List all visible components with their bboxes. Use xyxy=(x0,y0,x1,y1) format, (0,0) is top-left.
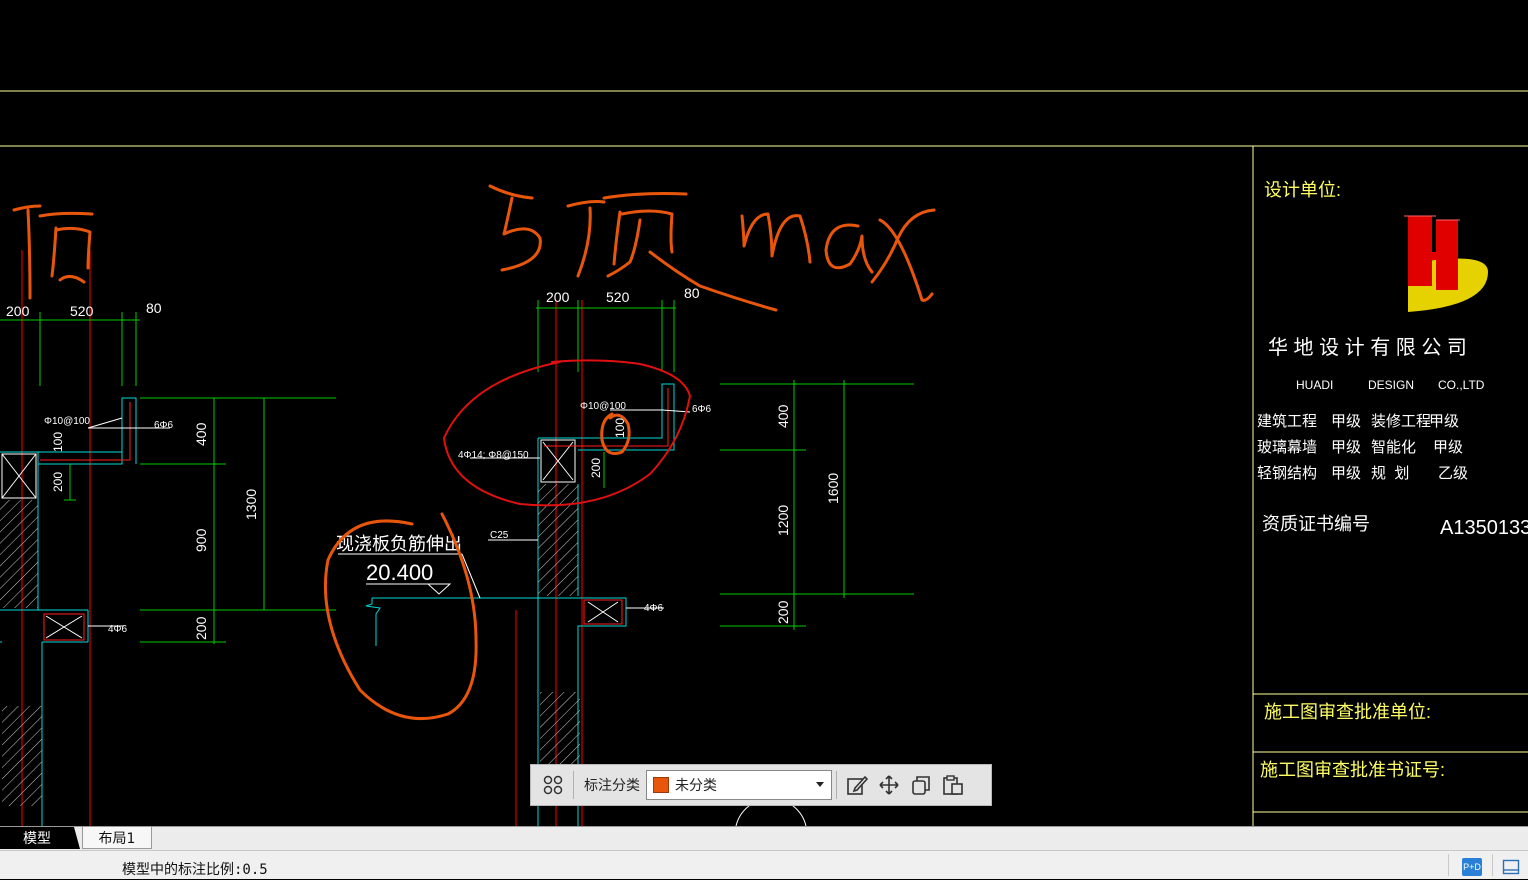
qual-r2-c4: 甲级 xyxy=(1433,439,1463,456)
tab-layout1[interactable]: 布局1 xyxy=(82,827,152,849)
qual-r3-c2: 甲级 xyxy=(1331,465,1361,482)
category-color-swatch xyxy=(653,777,669,793)
toolbar-divider xyxy=(573,771,574,799)
category-label: 标注分类 xyxy=(584,778,640,794)
edit-icon[interactable] xyxy=(841,769,873,801)
cert-number: A13501332 xyxy=(1440,517,1528,539)
status-bar: 模型中的标注比例:0.5 xyxy=(0,850,1528,879)
left-dim-80: 80 xyxy=(146,300,162,316)
layout-tabs: 模型 布局1 xyxy=(0,826,1528,850)
left-section xyxy=(0,250,336,826)
qual-r1-c1: 建筑工程 xyxy=(1257,413,1317,430)
center-dim-80: 80 xyxy=(684,285,700,301)
left-total-1300: 1300 xyxy=(243,489,259,520)
status-divider xyxy=(1492,854,1493,876)
qual-r3-c3: 规 划 xyxy=(1371,465,1409,482)
qual-r2-c1: 玻璃幕墙 xyxy=(1257,439,1317,456)
left-rebar-label: Φ10@100 xyxy=(44,416,90,427)
drawing-canvas[interactable]: 200 520 80 Φ10@100 6Φ6 4Φ6 400 900 200 1… xyxy=(0,0,1528,826)
center-bottom-label: 4Φ6 xyxy=(644,603,664,614)
qual-r3-c4: 乙级 xyxy=(1438,465,1468,482)
right-dim-1200: 1200 xyxy=(775,505,791,536)
left-vdim-900: 900 xyxy=(193,528,209,552)
left-small-100: 100 xyxy=(51,432,65,452)
right-dim-400: 400 xyxy=(775,404,791,428)
move-icon[interactable] xyxy=(873,769,905,801)
left-bottom-label: 4Φ6 xyxy=(108,624,128,635)
grid-icon[interactable] xyxy=(537,769,569,801)
right-dim-200: 200 xyxy=(775,600,791,624)
center-beam-label: 4Φ14; Φ8@150 xyxy=(458,450,529,461)
copy-icon[interactable] xyxy=(905,769,937,801)
cad-drawing[interactable]: 200 520 80 Φ10@100 6Φ6 4Φ6 400 900 200 1… xyxy=(0,0,1528,826)
qual-r2-c3: 智能化 xyxy=(1371,438,1416,456)
center-dim-200: 200 xyxy=(546,289,570,305)
panel-toggle-icon[interactable] xyxy=(1502,858,1520,876)
qual-r2-c2: 甲级 xyxy=(1331,439,1361,456)
left-dim-200: 200 xyxy=(6,303,30,319)
left-small-200: 200 xyxy=(51,472,65,492)
tab-model[interactable]: 模型 xyxy=(0,827,74,849)
left-dim-520: 520 xyxy=(70,303,94,319)
chevron-down-icon xyxy=(816,782,824,787)
right-total-1600: 1600 xyxy=(825,473,841,504)
category-select-value: 未分类 xyxy=(675,778,717,794)
annotation-toolbar: 标注分类 未分类 xyxy=(530,764,992,806)
qual-r3-c1: 轻钢结构 xyxy=(1257,465,1317,482)
center-inner-100: 100 xyxy=(613,418,627,438)
design-unit-label: 设计单位: xyxy=(1264,180,1341,200)
review-cert-label: 施工图审查批准书证号: xyxy=(1260,760,1445,780)
left-vdim-400: 400 xyxy=(193,422,209,446)
toolbar-divider xyxy=(836,771,837,799)
center-dim-520: 520 xyxy=(606,289,630,305)
cert-label: 资质证书编号 xyxy=(1262,514,1370,534)
company-en-2: DESIGN xyxy=(1368,378,1414,392)
center-small-200: 200 xyxy=(589,458,603,478)
company-en-1: HUADI xyxy=(1296,378,1333,392)
paste-icon[interactable] xyxy=(937,769,969,801)
annotation-scale-text: 模型中的标注比例:0.5 xyxy=(122,862,268,878)
category-select[interactable]: 未分类 xyxy=(646,770,832,800)
qual-r1-c4: 甲级 xyxy=(1429,413,1459,430)
status-divider xyxy=(1448,854,1449,876)
company-logo xyxy=(1404,215,1488,312)
center-note: 现浇板负筋伸出 xyxy=(336,534,462,554)
company-en-3: CO.,LTD xyxy=(1438,378,1485,392)
qual-r1-c2: 甲级 xyxy=(1331,413,1361,430)
review-unit-label: 施工图审查批准单位: xyxy=(1264,702,1431,722)
qual-r1-c3: 装修工程 xyxy=(1371,413,1431,430)
left-vdim-200: 200 xyxy=(193,616,209,640)
center-rebar-label: Φ10@100 xyxy=(580,401,626,412)
company-name: 华 地 设 计 有 限 公 司 xyxy=(1268,336,1467,359)
left-stirrup-label: 6Φ6 xyxy=(154,420,174,431)
pd-toggle-button[interactable]: P+D xyxy=(1462,858,1482,876)
center-elevation: 20.400 xyxy=(366,560,433,585)
center-stirrup-label: 6Φ6 xyxy=(692,404,712,415)
center-c25-label: C25 xyxy=(490,530,509,541)
right-dimensions xyxy=(720,380,914,630)
